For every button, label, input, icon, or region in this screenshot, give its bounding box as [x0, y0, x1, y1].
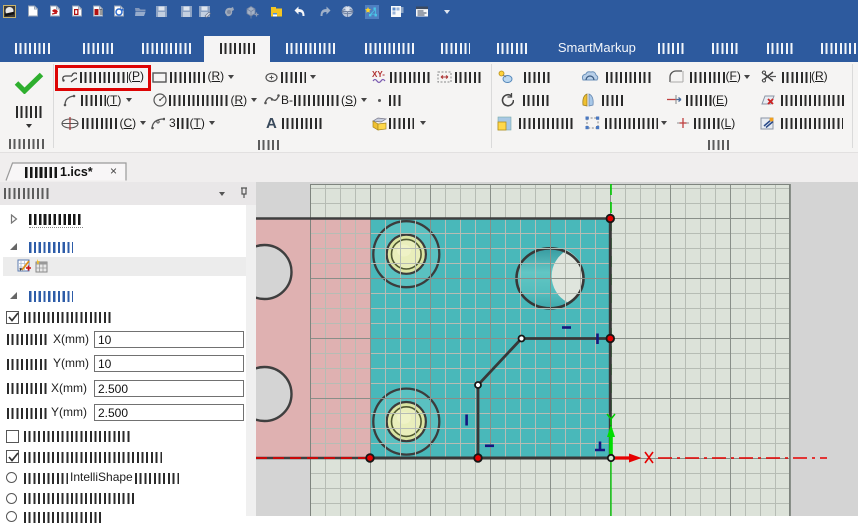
svg-text:XY-: XY- [372, 70, 385, 79]
